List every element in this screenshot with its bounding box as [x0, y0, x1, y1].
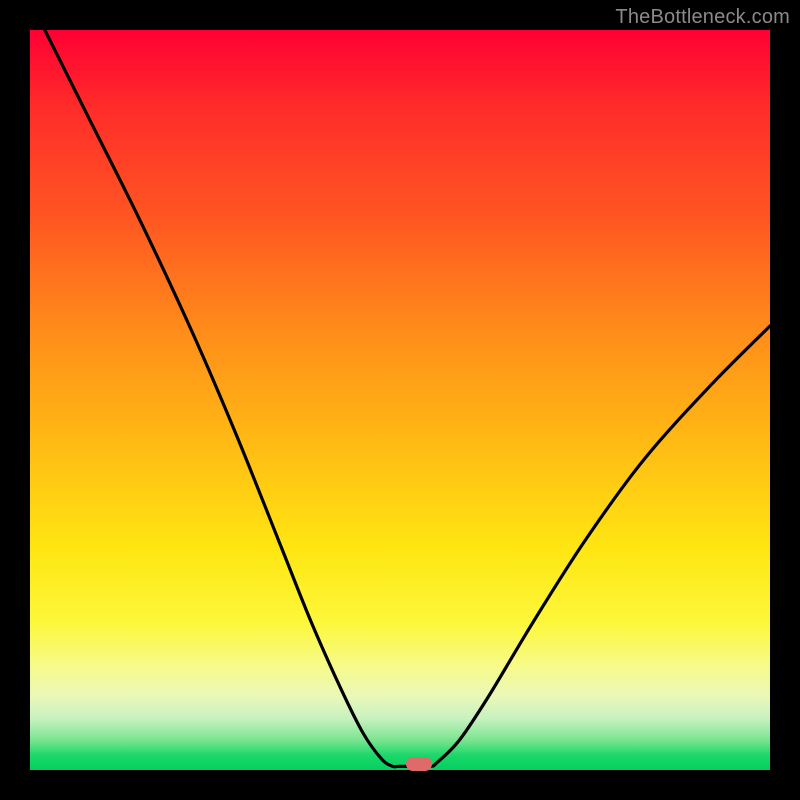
watermark-text: TheBottleneck.com: [615, 6, 790, 29]
optimal-point-marker: [406, 757, 432, 771]
bottleneck-curve: [30, 30, 770, 770]
plot-area: [30, 30, 770, 770]
chart-frame: TheBottleneck.com: [0, 0, 800, 800]
